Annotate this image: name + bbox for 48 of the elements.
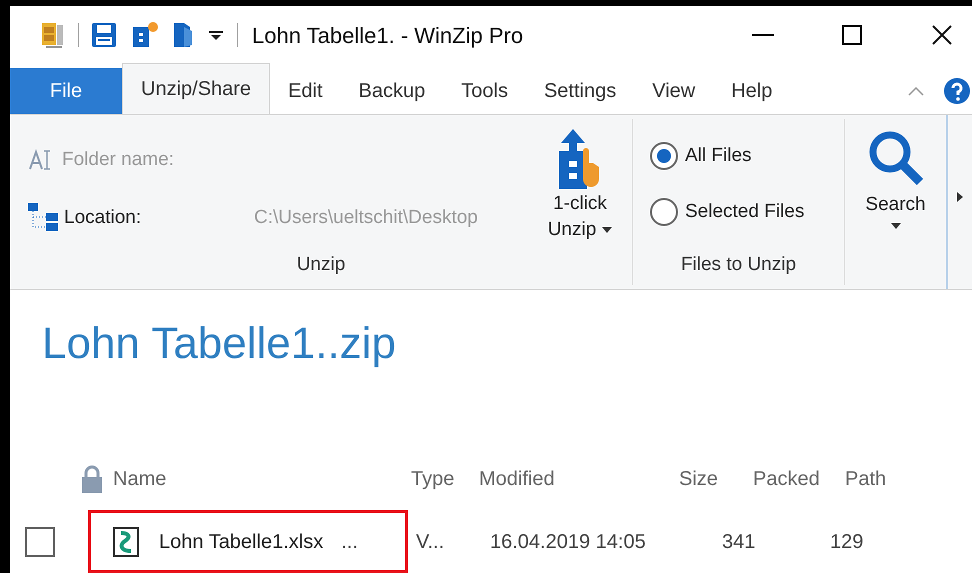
lock-icon <box>80 465 104 493</box>
maximize-icon[interactable] <box>842 25 862 46</box>
close-icon[interactable] <box>932 25 952 46</box>
caret-icon <box>602 226 612 233</box>
search-button[interactable]: Search <box>845 114 948 289</box>
file-name: Lohn Tabelle1.xlsx <box>159 530 324 554</box>
group-label: Files to Unzip <box>680 252 796 276</box>
location-label: Location: <box>64 206 142 230</box>
folder-tree-icon <box>28 202 60 233</box>
search-icon <box>866 128 924 187</box>
ribbon-tab[interactable]: Help <box>713 68 790 114</box>
spreadsheet-file-icon <box>113 526 139 556</box>
ribbon-tab[interactable]: Edit <box>270 68 341 114</box>
size-cell-text: 341 <box>722 530 756 554</box>
location-path: C:\Users\ueltschit\Desktop <box>254 206 478 230</box>
ribbon-tab[interactable]: Settings <box>526 68 634 114</box>
type-cell-text: V... <box>416 530 446 554</box>
column-header[interactable]: Name <box>113 464 411 494</box>
customize-dropdown-icon[interactable] <box>209 29 223 42</box>
folder-name-label: Folder name: <box>62 148 174 172</box>
scroll-right-icon[interactable] <box>957 192 963 202</box>
file-name-overflow: ... <box>341 530 358 554</box>
radio-option[interactable]: All Files <box>649 140 844 171</box>
column-header[interactable]: Size <box>679 464 753 494</box>
minimize-icon[interactable] <box>752 34 774 36</box>
column-header[interactable]: Type <box>411 464 479 494</box>
collapse-ribbon-icon[interactable] <box>908 86 924 96</box>
window-title: Lohn Tabelle1. - WinZip Pro <box>252 22 524 50</box>
column-header[interactable]: Packed <box>753 464 845 494</box>
radio-option[interactable]: Selected Files <box>649 196 844 227</box>
ribbon-tab[interactable]: Backup <box>340 68 444 114</box>
column-header[interactable]: Path <box>845 464 905 494</box>
help-icon[interactable] <box>944 78 970 104</box>
group-label: Unzip <box>296 252 346 276</box>
one-click-unzip-button[interactable]: 1-click Unzip <box>540 118 620 250</box>
ribbon-tab[interactable]: File <box>10 68 122 114</box>
modified-cell-text: 16.04.2019 14:05 <box>490 530 647 554</box>
caret-icon <box>890 223 900 230</box>
ribbon-tab[interactable]: Unzip/Share <box>122 62 270 114</box>
ribbon-tab[interactable]: View <box>634 68 714 114</box>
column-header[interactable]: Modified <box>479 464 679 494</box>
ribbon-tab[interactable]: Tools <box>443 68 526 114</box>
row-checkbox[interactable] <box>25 526 55 556</box>
archive-title: Lohn Tabelle1..zip <box>41 318 397 370</box>
archive-cabinet-icon[interactable] <box>40 21 66 50</box>
packed-cell-text: 129 <box>830 530 864 554</box>
save-icon[interactable] <box>91 22 117 48</box>
new-archive-icon[interactable] <box>131 21 159 50</box>
